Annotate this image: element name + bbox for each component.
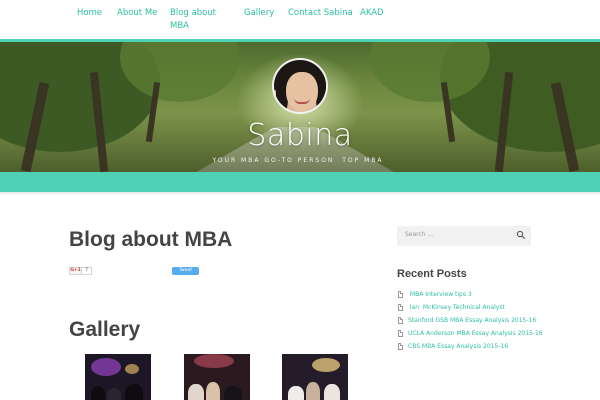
google-plus-count: 7: [82, 267, 92, 275]
stage-light: [91, 358, 121, 376]
google-plus-share[interactable]: G+1 7: [69, 267, 92, 275]
google-plus-icon[interactable]: G+1: [69, 267, 82, 275]
nav-gallery[interactable]: Gallery: [244, 7, 274, 20]
recent-post-item[interactable]: UCLA Anderson MBA Essay Analysis 2015-16…: [397, 328, 575, 339]
document-icon: [398, 291, 403, 298]
avatar-face: [286, 72, 318, 112]
recent-posts-heading: Recent Posts: [397, 268, 467, 280]
crowd-silhouette: [288, 386, 304, 400]
recent-post-link[interactable]: UCLA Anderson MBA Essay Analysis 2015-16…: [408, 330, 545, 337]
stage-light: [125, 364, 139, 374]
nav-home[interactable]: Home: [77, 7, 102, 20]
search-icon[interactable]: [516, 230, 526, 240]
search-placeholder: Search ...: [405, 231, 434, 238]
stage-light: [194, 354, 234, 368]
stage-light: [312, 358, 340, 372]
recent-post-item[interactable]: ​​​​​​​​​​​​​​​​​​​​ lan ​​​​​​​ McKinse…: [397, 302, 575, 313]
document-icon: [398, 343, 403, 350]
crowd-silhouette: [125, 384, 143, 400]
accent-band: [0, 172, 600, 192]
document-icon: [398, 304, 403, 311]
nav-about-me[interactable]: About Me: [117, 7, 157, 20]
recent-post-item[interactable]: Stanford GSB MBA Essay Analysis 2015-16 …: [397, 315, 575, 326]
crowd-silhouette: [188, 384, 204, 400]
gallery-thumbnail[interactable]: [282, 354, 348, 400]
page-title: Blog about ​​MBA: [69, 228, 233, 251]
nav-akad[interactable]: AKAD: [360, 7, 384, 20]
recent-post-link[interactable]: ​​​​​​​​​​​​​​​​​​​​​​​​​​​​​​​​​ MBA In…: [408, 291, 472, 298]
document-icon: [398, 317, 403, 324]
site-title[interactable]: Sabina: [0, 118, 600, 153]
recent-post-link[interactable]: ​​​​​​​​​​​​​​​​​​​​ lan ​​​​​​​ McKinse…: [408, 304, 505, 311]
crowd-silhouette: [107, 388, 121, 400]
avatar: [272, 58, 328, 114]
recent-post-item[interactable]: CBS MBA Essay Analysis 2015-16 ​​​​​​​​​…: [397, 341, 575, 352]
crowd-silhouette: [224, 386, 242, 400]
crowd-silhouette: [91, 386, 105, 400]
main-nav: Home About Me Blog about ​​MBA Gallery C…: [0, 0, 600, 40]
recent-post-link[interactable]: Stanford GSB MBA Essay Analysis 2015-16 …: [408, 317, 538, 324]
tweet-button[interactable]: Tweet: [172, 267, 199, 275]
crowd-silhouette: [324, 384, 340, 400]
band-shadow: [0, 192, 600, 195]
recent-post-link[interactable]: CBS MBA Essay Analysis 2015-16 ​​​​​​​​​…: [408, 343, 510, 350]
crowd-silhouette: [306, 382, 320, 400]
gallery-heading: Gallery: [69, 318, 141, 341]
nav-blog-about-mba[interactable]: Blog about ​​MBA: [170, 7, 232, 33]
document-icon: [398, 330, 403, 337]
nav-contact-sabina[interactable]: Contact Sabina: [288, 7, 353, 20]
recent-posts-list: ​​​​​​​​​​​​​​​​​​​​​​​​​​​​​​​​​ MBA In…: [397, 289, 575, 354]
gallery-thumbnail[interactable]: [85, 354, 151, 400]
crowd-silhouette: [206, 382, 220, 400]
gallery-thumbnail[interactable]: [184, 354, 250, 400]
recent-post-item[interactable]: ​​​​​​​​​​​​​​​​​​​​​​​​​​​​​​​​​ MBA In…: [397, 289, 575, 300]
site-tagline: YOUR MBA GO-TO PERSON ​​​​​​​​​ TOP MBA …: [212, 157, 388, 164]
